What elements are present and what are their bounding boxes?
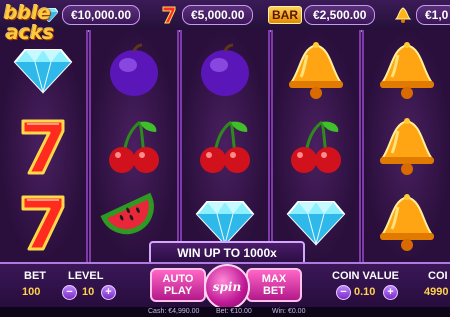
logo-line-2: acks — [6, 22, 55, 44]
max-bet-line-2: BET — [262, 285, 285, 297]
bell-icon — [392, 5, 414, 25]
reel-3 — [180, 30, 270, 262]
seven-symbol-icon — [0, 112, 86, 182]
seven-symbol-icon — [0, 188, 86, 258]
reel-1 — [0, 30, 88, 262]
max-bet-line-1: MAX — [261, 273, 287, 285]
bell-symbol-icon — [364, 36, 450, 106]
cherry-symbol-icon — [91, 112, 177, 182]
seven-icon — [158, 5, 180, 25]
jackpot-seven: €5,000.00 — [158, 4, 254, 25]
bell-symbol-icon — [273, 36, 359, 106]
bet-label: BET — [24, 270, 46, 282]
bell-symbol-icon — [364, 112, 450, 182]
spin-button[interactable]: spin — [204, 264, 250, 310]
coin-value-label: COIN VALUE — [332, 270, 400, 282]
coin-value-minus-button[interactable]: − — [336, 285, 351, 300]
cash-status: Cash: €4,990.00 — [148, 308, 200, 315]
cherry-symbol-icon — [273, 112, 359, 182]
reel-5 — [362, 30, 450, 262]
cherry-symbol-icon — [182, 112, 268, 182]
plum-symbol-icon — [182, 36, 268, 106]
bar-icon: BAR — [268, 5, 302, 24]
logo-line-1: bble — [4, 2, 51, 24]
slot-game: €10,000.00 €5,000.00 BAR €2,500.00 €1,0 … — [0, 0, 450, 317]
plum-symbol-icon — [91, 36, 177, 106]
jackpot-bar-value: €2,500.00 — [304, 4, 376, 25]
jackpot-bell-value: €1,0 — [416, 4, 450, 25]
reel-area — [0, 30, 450, 262]
bet-status: Bet: €10.00 — [216, 308, 252, 315]
jackpot-bell: €1,0 — [392, 4, 450, 25]
bet-value: 100 — [22, 286, 41, 298]
auto-play-button[interactable]: AUTO PLAY — [150, 268, 206, 302]
reel-4 — [271, 30, 361, 262]
reel-2 — [89, 30, 179, 262]
coin-value: 0.10 — [354, 286, 376, 298]
level-value: 10 — [82, 286, 95, 298]
win-status: Win: €0.00 — [272, 308, 306, 315]
level-label: LEVEL — [68, 270, 104, 282]
bell-symbol-icon — [364, 188, 450, 258]
coins-label: COI — [428, 270, 448, 282]
max-bet-button[interactable]: MAX BET — [246, 268, 302, 302]
jackpot-seven-value: €5,000.00 — [182, 4, 254, 25]
auto-play-line-2: PLAY — [163, 285, 193, 297]
status-bar: Cash: €4,990.00 Bet: €10.00 Win: €0.00 — [0, 307, 450, 317]
auto-play-line-1: AUTO — [162, 273, 194, 285]
level-plus-button[interactable]: + — [101, 285, 116, 300]
coin-value-plus-button[interactable]: + — [383, 285, 398, 300]
level-minus-button[interactable]: − — [62, 285, 77, 300]
coins-value: 4990 — [424, 286, 449, 298]
jackpot-bar-symbol: BAR €2,500.00 — [268, 4, 376, 25]
game-logo: bble acks — [0, 0, 76, 52]
